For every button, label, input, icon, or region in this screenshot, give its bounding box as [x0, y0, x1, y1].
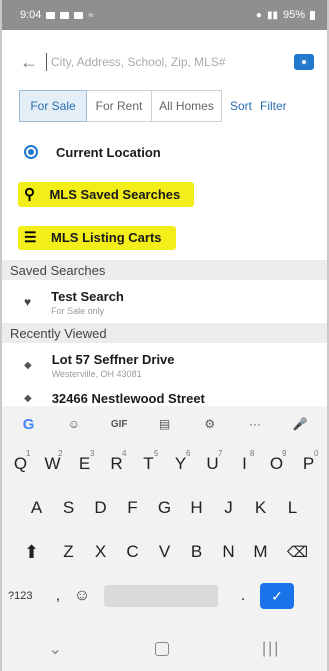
- location-icon: ●: [255, 9, 262, 21]
- chevron-down-icon[interactable]: ⌄: [49, 639, 62, 659]
- recently-viewed-header: Recently Viewed: [2, 323, 327, 343]
- key-v[interactable]: V: [149, 530, 181, 574]
- key-c[interactable]: C: [117, 530, 149, 574]
- current-location-label: Current Location: [56, 144, 161, 160]
- search-bar: ←: [20, 44, 314, 80]
- emoji-sticker-icon[interactable]: ☺: [59, 417, 89, 431]
- wifi-icon: ≈: [88, 10, 94, 20]
- battery-percent: 95%: [282, 9, 305, 21]
- sort-link[interactable]: Sort: [230, 99, 252, 113]
- clock: 9:04: [20, 9, 42, 21]
- key-y[interactable]: Y6: [165, 442, 197, 486]
- key-b[interactable]: B: [181, 530, 213, 574]
- key-d[interactable]: D: [85, 486, 117, 530]
- notification-icon: [46, 11, 56, 19]
- phone-screen: 9:04 ≈ ● ▮▮ 95% ← For Sale For Rent All …: [2, 0, 327, 671]
- period-key[interactable]: .: [226, 587, 260, 605]
- key-i[interactable]: I8: [229, 442, 261, 486]
- keyboard-bottom-row: ?123 , ☺ . ✓: [2, 574, 327, 618]
- key-e[interactable]: E3: [69, 442, 101, 486]
- emoji-icon[interactable]: ☺: [68, 587, 96, 605]
- backspace-icon[interactable]: ⌫: [277, 530, 319, 574]
- tab-for-rent[interactable]: For Rent: [87, 90, 152, 122]
- google-icon[interactable]: G: [14, 416, 44, 433]
- shift-icon[interactable]: ⬆: [11, 530, 53, 574]
- recent-title: 32466 Nestlewood Street: [51, 390, 205, 406]
- saved-search-title: Test Search: [51, 288, 124, 304]
- current-location-item[interactable]: Current Location: [2, 141, 327, 163]
- mls-saved-searches-item[interactable]: ⚲ MLS Saved Searches: [2, 181, 327, 207]
- search-icon: ⚲: [24, 185, 35, 203]
- saved-searches-header: Saved Searches: [2, 260, 327, 280]
- recent-title: Lot 57 Seffner Drive: [51, 351, 175, 367]
- location-target-icon: [24, 145, 38, 159]
- gif-button[interactable]: GIF: [104, 419, 134, 430]
- mls-listing-carts-item[interactable]: ☰ MLS Listing Carts: [2, 226, 327, 250]
- key-m[interactable]: M: [245, 530, 277, 574]
- recent-apps-icon[interactable]: |||: [262, 640, 280, 658]
- home-icon[interactable]: [154, 642, 169, 656]
- key-x[interactable]: X: [85, 530, 117, 574]
- key-j[interactable]: J: [213, 486, 245, 530]
- search-input[interactable]: [46, 53, 294, 71]
- key-o[interactable]: O9: [261, 442, 293, 486]
- tag-icon: ◆: [24, 392, 32, 404]
- key-f[interactable]: F: [117, 486, 149, 530]
- back-arrow-icon[interactable]: ←: [20, 52, 46, 73]
- keyboard-row-1: Q1 W2 E3 R4 T5 Y6 U7 I8 O9 P0: [2, 442, 327, 486]
- key-p[interactable]: P0: [293, 442, 325, 486]
- list-item[interactable]: ♥ Test Search For Sale only: [2, 285, 327, 319]
- key-w[interactable]: W2: [37, 442, 69, 486]
- key-l[interactable]: L: [277, 486, 309, 530]
- key-a[interactable]: A: [21, 486, 53, 530]
- settings-icon[interactable]: ⚙: [195, 417, 225, 431]
- tab-for-sale[interactable]: For Sale: [19, 90, 87, 122]
- keyboard-toolbar: G ☺ GIF ▤ ⚙ ··· 🎤: [2, 406, 327, 442]
- keyboard-row-2: A S D F G H J K L: [2, 486, 327, 530]
- recent-subtitle: Westerville, OH 43081: [51, 368, 142, 379]
- heart-icon: ♥: [24, 295, 32, 309]
- listing-type-tabs: For Sale For Rent All Homes Sort Filter: [19, 90, 287, 122]
- list-item[interactable]: ◆ 32466 Nestlewood Street: [2, 390, 327, 406]
- microphone-icon[interactable]: 🎤: [285, 417, 315, 431]
- mls-listing-carts-label: MLS Listing Carts: [51, 230, 162, 245]
- key-k[interactable]: K: [245, 486, 277, 530]
- key-r[interactable]: R4: [101, 442, 133, 486]
- list-item[interactable]: ◆ Lot 57 Seffner Drive Westerville, OH 4…: [2, 348, 327, 382]
- list-icon: ☰: [24, 229, 37, 245]
- notification-icon: [60, 11, 70, 19]
- status-bar: 9:04 ≈ ● ▮▮ 95%: [2, 0, 327, 30]
- notification-icon: [74, 11, 84, 19]
- key-s[interactable]: S: [53, 486, 85, 530]
- battery-icon: [310, 10, 315, 20]
- saved-search-subtitle: For Sale only: [51, 305, 105, 316]
- mls-saved-searches-label: MLS Saved Searches: [49, 186, 181, 202]
- filter-link[interactable]: Filter: [260, 99, 287, 113]
- camera-icon[interactable]: [294, 54, 314, 70]
- comma-key[interactable]: ,: [48, 587, 68, 605]
- clipboard-icon[interactable]: ▤: [149, 417, 179, 431]
- tag-icon: ◆: [24, 359, 32, 371]
- key-n[interactable]: N: [213, 530, 245, 574]
- key-t[interactable]: T5: [133, 442, 165, 486]
- enter-check-icon[interactable]: ✓: [260, 583, 294, 609]
- space-bar[interactable]: [104, 585, 218, 607]
- key-u[interactable]: U7: [197, 442, 229, 486]
- keyboard-row-3: ⬆ Z X C V B N M ⌫: [2, 530, 327, 574]
- tab-all-homes[interactable]: All Homes: [152, 90, 222, 122]
- system-nav-bar: ⌄ |||: [2, 627, 327, 671]
- key-z[interactable]: Z: [53, 530, 85, 574]
- key-g[interactable]: G: [149, 486, 181, 530]
- key-h[interactable]: H: [181, 486, 213, 530]
- signal-icon: ▮▮: [266, 9, 278, 21]
- more-icon[interactable]: ···: [240, 417, 270, 431]
- key-q[interactable]: Q1: [5, 442, 37, 486]
- symbols-key[interactable]: ?123: [8, 590, 48, 602]
